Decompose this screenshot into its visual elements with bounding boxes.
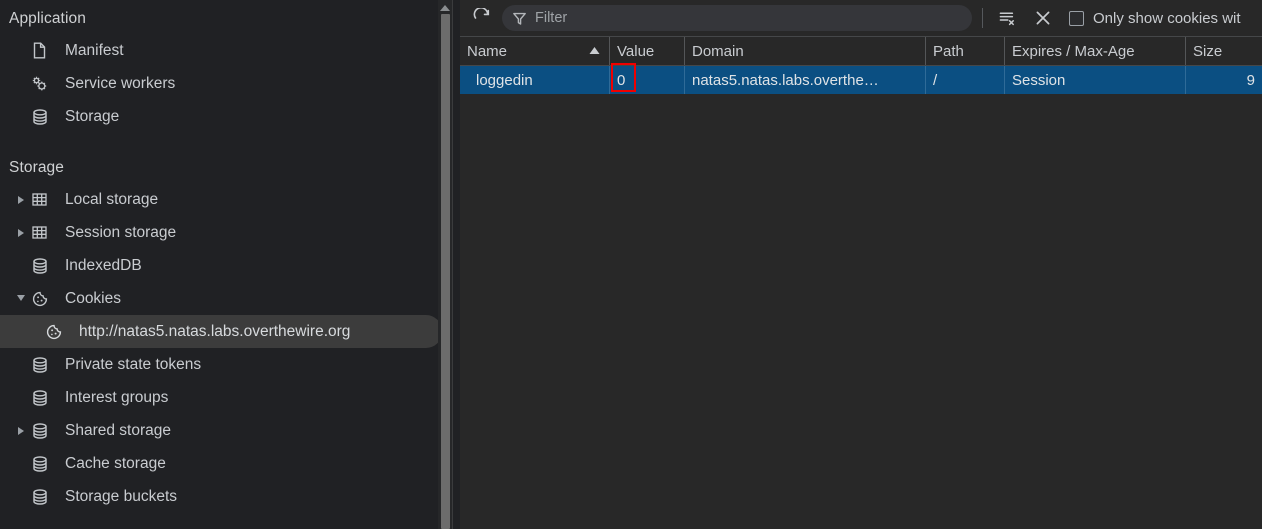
gears-icon (30, 74, 56, 94)
database-icon (30, 388, 56, 408)
sidebar-item-label: Storage (65, 107, 120, 125)
sidebar-item-storage-buckets[interactable]: Storage buckets (0, 480, 452, 513)
sidebar-item-interest-groups[interactable]: Interest groups (0, 381, 452, 414)
column-header-size[interactable]: Size (1186, 37, 1262, 65)
sidebar-item-label: Interest groups (65, 388, 169, 406)
sidebar-item-manifest[interactable]: Manifest (0, 34, 452, 67)
chevron-right-icon[interactable] (12, 426, 30, 436)
sidebar-item-label: Cache storage (65, 454, 166, 472)
cell-path[interactable]: / (926, 66, 1005, 94)
panel-splitter[interactable] (452, 0, 460, 529)
sidebar-item-session-storage[interactable]: Session storage (0, 216, 452, 249)
cell-domain[interactable]: natas5.natas.labs.overthe… (685, 66, 926, 94)
checkbox-box[interactable] (1069, 10, 1084, 26)
column-header-name[interactable]: Name (460, 37, 610, 65)
cell-size[interactable]: 9 (1186, 66, 1262, 94)
scroll-up-arrow-icon[interactable] (438, 2, 452, 14)
sidebar-item-label: Private state tokens (65, 355, 202, 373)
close-icon[interactable] (1029, 4, 1057, 32)
chevron-down-icon[interactable] (12, 294, 30, 303)
column-header-expires[interactable]: Expires / Max-Age (1005, 37, 1186, 65)
sidebar-item-label: Session storage (65, 223, 177, 241)
column-header-label: Expires / Max-Age (1012, 42, 1135, 60)
table-header-row: Name Value Domain Path Expires / Max-Age (460, 36, 1262, 66)
sidebar-item-local-storage[interactable]: Local storage (0, 183, 452, 216)
cookie-icon (30, 289, 56, 309)
sidebar-item-cache-storage[interactable]: Cache storage (0, 447, 452, 480)
sidebar: Application Manifest Service workers Sto… (0, 0, 452, 529)
sidebar-item-label: Shared storage (65, 421, 171, 439)
checkbox-label: Only show cookies wit (1093, 9, 1241, 27)
database-icon (30, 256, 56, 276)
toolbar-divider (982, 8, 983, 28)
cookie-icon (44, 322, 70, 342)
refresh-icon[interactable] (468, 4, 496, 32)
database-icon (30, 107, 56, 127)
column-header-label: Value (617, 42, 655, 60)
sidebar-item-label: Manifest (65, 41, 124, 59)
table-icon (30, 223, 56, 242)
sidebar-item-label: Local storage (65, 190, 159, 208)
table-icon (30, 190, 56, 209)
devtools-application-panel: Application Manifest Service workers Sto… (0, 0, 1262, 529)
cell-expires[interactable]: Session (1005, 66, 1186, 94)
cookies-toolbar: Only show cookies wit (460, 0, 1262, 36)
sidebar-item-label: IndexedDB (65, 256, 142, 274)
clear-filtered-cookies-icon[interactable] (993, 4, 1021, 32)
sidebar-item-indexeddb[interactable]: IndexedDB (0, 249, 452, 282)
column-header-label: Domain (692, 42, 744, 60)
chevron-right-icon[interactable] (12, 228, 30, 238)
chevron-right-icon[interactable] (12, 195, 30, 205)
filter-box[interactable] (502, 5, 972, 31)
sidebar-item-label: http://natas5.natas.labs.overthewire.org (79, 322, 351, 340)
column-header-label: Size (1193, 42, 1223, 60)
cell-name[interactable]: loggedin (460, 66, 610, 94)
sidebar-item-storage[interactable]: Storage (0, 100, 452, 133)
database-icon (30, 487, 56, 507)
sidebar-item-private-state-tokens[interactable]: Private state tokens (0, 348, 452, 381)
sidebar-scrollbar[interactable] (438, 0, 452, 529)
sidebar-item-label: Cookies (65, 289, 121, 307)
document-icon (30, 41, 56, 60)
database-icon (30, 421, 56, 441)
cookies-panel: Only show cookies wit Name Value Domain (460, 0, 1262, 529)
column-header-path[interactable]: Path (926, 37, 1005, 65)
sidebar-section-application-title: Application (9, 10, 86, 27)
sidebar-item-label: Service workers (65, 74, 176, 92)
sidebar-item-label: Storage buckets (65, 487, 178, 505)
filter-icon (512, 11, 527, 26)
sidebar-item-service-workers[interactable]: Service workers (0, 67, 452, 100)
sidebar-section-storage-title: Storage (9, 159, 64, 176)
cookies-table: Name Value Domain Path Expires / Max-Age (460, 36, 1262, 94)
only-show-cookies-with-issues-checkbox[interactable]: Only show cookies wit (1069, 10, 1241, 27)
database-icon (30, 355, 56, 375)
column-header-label: Name (467, 42, 508, 60)
filter-input[interactable] (535, 10, 962, 26)
column-header-label: Path (933, 42, 964, 60)
sidebar-item-cookies[interactable]: Cookies (0, 282, 452, 315)
column-header-value[interactable]: Value (610, 37, 685, 65)
sidebar-scrollbar-thumb[interactable] (441, 14, 450, 529)
sidebar-item-shared-storage[interactable]: Shared storage (0, 414, 452, 447)
sort-ascending-icon (589, 47, 600, 55)
column-header-domain[interactable]: Domain (685, 37, 926, 65)
sidebar-item-cookie-origin[interactable]: http://natas5.natas.labs.overthewire.org (0, 315, 442, 348)
database-icon (30, 454, 56, 474)
cell-value[interactable]: 0 (610, 66, 685, 94)
table-row[interactable]: loggedin 0 natas5.natas.labs.overthe… / … (460, 66, 1262, 94)
